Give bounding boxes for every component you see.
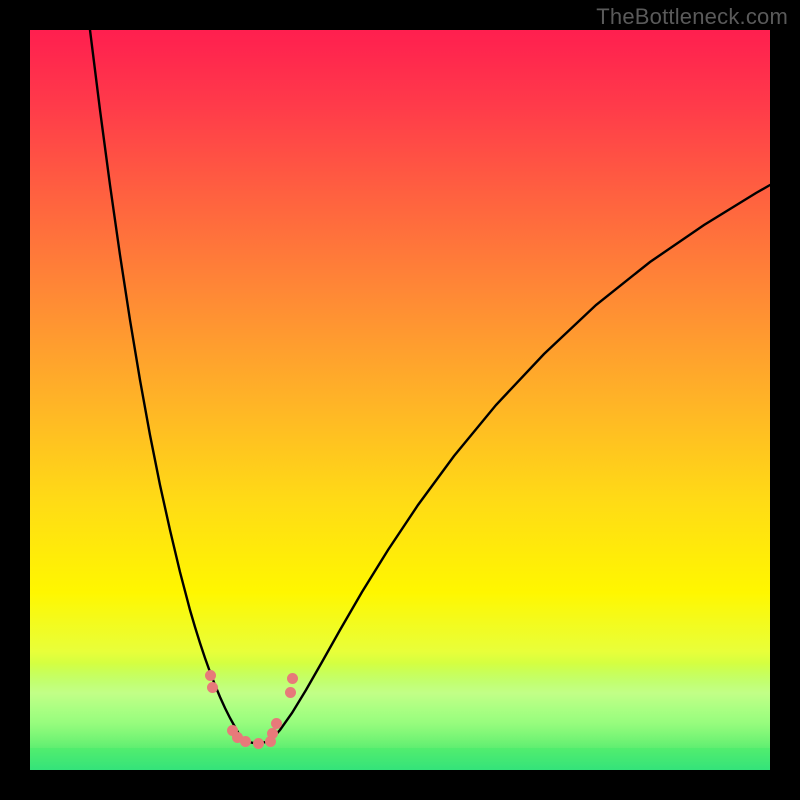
sample-dot (253, 738, 264, 749)
sample-dot (287, 673, 298, 684)
bottleneck-curve (30, 30, 770, 770)
sample-dot (271, 718, 282, 729)
sample-dot (267, 728, 278, 739)
plot-area (30, 30, 770, 770)
curve-left-branch (90, 30, 242, 740)
chart-frame: TheBottleneck.com (0, 0, 800, 800)
sample-dot (205, 670, 216, 681)
sample-dot (240, 736, 251, 747)
sample-dot (285, 687, 296, 698)
sample-dot (207, 682, 218, 693)
watermark-text: TheBottleneck.com (596, 4, 788, 30)
curve-right-branch (270, 185, 770, 741)
